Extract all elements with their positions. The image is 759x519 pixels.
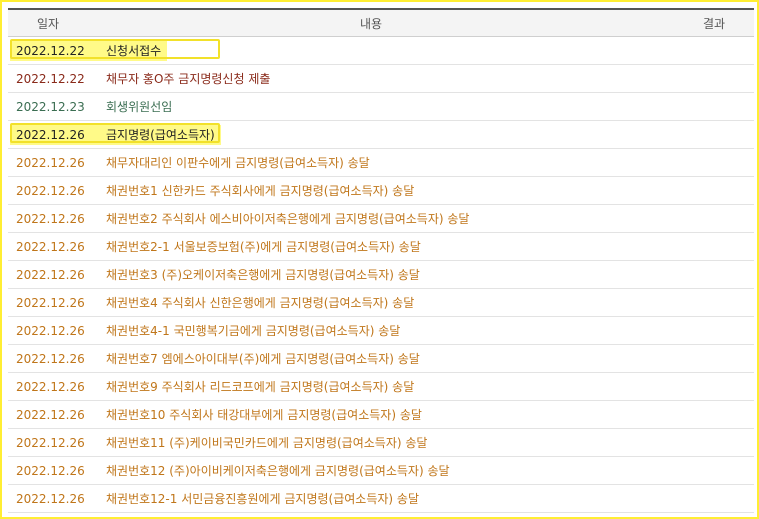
table-header: 일자 내용 결과 [8, 10, 754, 37]
row-date: 2022.12.26 [16, 407, 85, 422]
row-date: 2022.12.26 [16, 379, 85, 394]
row-content: 채권번호4 주식회사 신한은행에게 금지명령(급여소득자) 송달 [106, 296, 415, 310]
header-result: 결과 [702, 16, 726, 31]
table-row: 2022.12.26 채권번호4-1 국민행복기금에게 금지명령(급여소득자) 송… [8, 317, 754, 345]
row-content: 회생위원선임 [106, 100, 173, 114]
table-row: 2022.12.26 채권번호12 (주)아이비케이저축은행에게 금지명령(급여소… [8, 457, 754, 485]
row-date: 2022.12.26 [16, 435, 85, 450]
row-date: 2022.12.22 [10, 40, 98, 61]
row-date: 2022.12.26 [10, 124, 98, 145]
row-content: 채무자대리인 이판수에게 금지명령(급여소득자) 송달 [106, 156, 370, 170]
table-row: 2022.12.26 채권번호1 신한카드 주식회사에게 금지명령(급여소득자) … [8, 177, 754, 205]
row-content: 채권번호7 엠에스아이대부(주)에게 금지명령(급여소득자) 송달 [106, 352, 420, 366]
row-date: 2022.12.26 [16, 211, 85, 226]
header-content: 내용 [359, 16, 383, 31]
table-row: 2022.12.26 채무자대리인 이판수에게 금지명령(급여소득자) 송달 [8, 149, 754, 177]
table-row: 2022.12.23 회생위원선임 [8, 93, 754, 121]
row-content: 채권번호12-1 서민금융진흥원에게 금지명령(급여소득자) 송달 [106, 492, 420, 506]
row-date: 2022.12.26 [16, 463, 85, 478]
row-content: 채권번호2 주식회사 에스비아이저축은행에게 금지명령(급여소득자) 송달 [106, 212, 470, 226]
row-date: 2022.12.26 [16, 491, 85, 506]
row-content: 채권번호12 (주)아이비케이저축은행에게 금지명령(급여소득자) 송달 [106, 464, 450, 478]
table-row: 2022.12.26 채권번호11 (주)케이비국민카드에게 금지명령(급여소득자… [8, 429, 754, 457]
row-content: 채권번호3 (주)오케이저축은행에게 금지명령(급여소득자) 송달 [106, 268, 420, 282]
row-date: 2022.12.26 [16, 267, 85, 282]
row-date: 2022.12.26 [16, 239, 85, 254]
row-content: 채권번호1 신한카드 주식회사에게 금지명령(급여소득자) 송달 [106, 184, 415, 198]
row-date: 2022.12.26 [16, 183, 85, 198]
row-content: 신청서접수 [98, 40, 168, 61]
table-row: 2022.12.26 금지명령(급여소득자) [8, 121, 754, 149]
table-row: 2022.12.26 채권번호4 주식회사 신한은행에게 금지명령(급여소득자) … [8, 289, 754, 317]
table-row: 2022.12.22 신청서접수 [8, 37, 754, 65]
row-content: 채권번호11 (주)케이비국민카드에게 금지명령(급여소득자) 송달 [106, 436, 428, 450]
table-row: 2022.12.22 채무자 홍O주 금지명령신청 제출 [8, 65, 754, 93]
row-content: 채권번호9 주식회사 리드코프에게 금지명령(급여소득자) 송달 [106, 380, 415, 394]
table-row: 2022.12.26 채권번호10 주식회사 태강대부에게 금지명령(급여소득자)… [8, 401, 754, 429]
row-date: 2022.12.26 [16, 295, 85, 310]
row-content: 금지명령(급여소득자) [98, 124, 221, 145]
screenshot-frame: 일자 내용 결과 2022.12.22 신청서접수 2022.12.22 채무자 홍O… [0, 0, 759, 519]
row-date: 2022.12.22 [16, 71, 85, 86]
row-date: 2022.12.26 [16, 323, 85, 338]
row-content: 채권번호4-1 국민행복기금에게 금지명령(급여소득자) 송달 [106, 324, 401, 338]
table-body: 2022.12.22 신청서접수 2022.12.22 채무자 홍O주 금지명령신청 … [8, 37, 754, 513]
table-row: 2022.12.26 채권번호2-1 서울보증보험(주)에게 금지명령(급여소득자… [8, 233, 754, 261]
row-date: 2022.12.23 [16, 99, 85, 114]
row-content: 채권번호2-1 서울보증보험(주)에게 금지명령(급여소득자) 송달 [106, 240, 421, 254]
header-date: 일자 [36, 16, 60, 31]
row-content: 채권번호10 주식회사 태강대부에게 금지명령(급여소득자) 송달 [106, 408, 422, 422]
table-row: 2022.12.26 채권번호3 (주)오케이저축은행에게 금지명령(급여소득자)… [8, 261, 754, 289]
table-row: 2022.12.26 채권번호12-1 서민금융진흥원에게 금지명령(급여소득자)… [8, 485, 754, 513]
case-progress-table: 일자 내용 결과 2022.12.22 신청서접수 2022.12.22 채무자 홍O… [8, 8, 754, 513]
row-date: 2022.12.26 [16, 351, 85, 366]
table-row: 2022.12.26 채권번호7 엠에스아이대부(주)에게 금지명령(급여소득자)… [8, 345, 754, 373]
row-content: 채무자 홍O주 금지명령신청 제출 [106, 72, 271, 86]
row-date: 2022.12.26 [16, 155, 85, 170]
table-row: 2022.12.26 채권번호2 주식회사 에스비아이저축은행에게 금지명령(급여… [8, 205, 754, 233]
table-row: 2022.12.26 채권번호9 주식회사 리드코프에게 금지명령(급여소득자) … [8, 373, 754, 401]
